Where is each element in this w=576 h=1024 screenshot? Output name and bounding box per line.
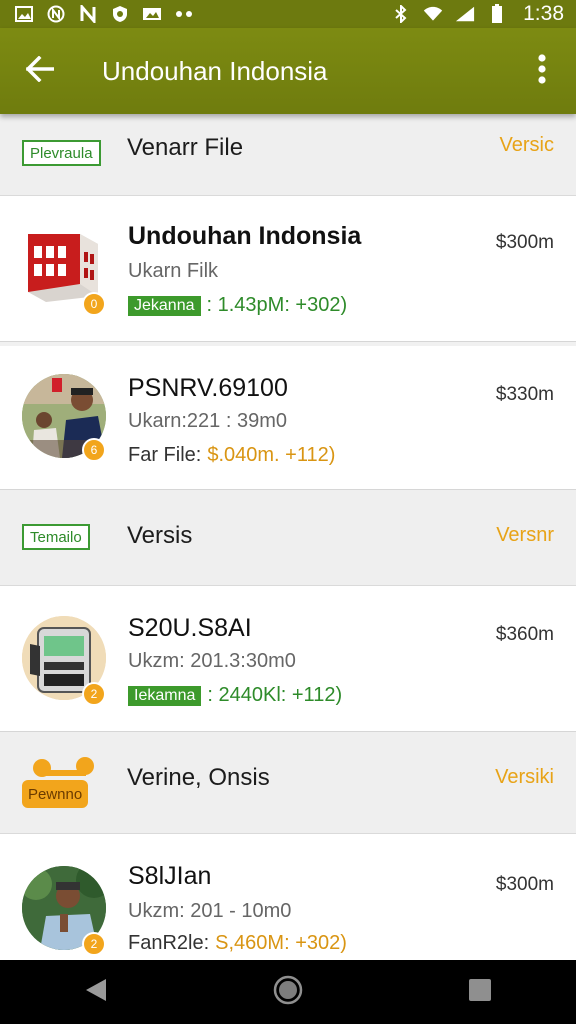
item-price: $330m — [495, 384, 554, 405]
item-meta-label: FanR2le: — [128, 932, 210, 954]
item-meta-value: : 1.43pM: +302) — [206, 294, 348, 316]
overflow-menu-button[interactable] — [508, 28, 576, 114]
section-action-link[interactable]: Versnr — [496, 524, 554, 547]
section-title: Verine, Onsis — [127, 764, 270, 791]
download-list: Plevraula Venarr File Versic 0 Undouhan … — [0, 114, 576, 960]
section-header[interactable]: Pewnno Verine, Onsis Versiki — [0, 732, 576, 834]
item-meta: Jekanna : 1.43pM: +302) — [128, 294, 347, 317]
item-meta: Iekamna : 2440Kl: +112) — [128, 684, 342, 707]
nav-back-button[interactable] — [66, 962, 126, 1022]
page-title: Undouhan Indonsia — [102, 55, 328, 86]
wifi-icon — [423, 5, 443, 23]
item-count-badge: 0 — [82, 292, 106, 316]
item-subtitle: Ukarn Filk — [128, 260, 219, 282]
bluetooth-icon — [391, 5, 411, 23]
item-price: $360m — [495, 624, 554, 645]
nav-recents-button[interactable] — [450, 962, 510, 1022]
n-icon — [78, 5, 98, 23]
nav-home-button[interactable] — [258, 962, 318, 1022]
item-subtitle: Ukarn:221 : 39m0 — [128, 410, 287, 432]
list-item[interactable]: 0 Undouhan Indonsia Ukarn Filk Jekanna :… — [0, 196, 576, 342]
item-title: S8lJIan — [128, 862, 212, 890]
item-title: Undouhan Indonsia — [128, 222, 362, 250]
section-badge: Plevraula — [22, 140, 101, 166]
dots-icon — [174, 5, 194, 23]
list-item[interactable]: 2 S8lJIan Ukzm: 201 - 10m0 FanR2le: S,46… — [0, 834, 576, 960]
image-icon — [14, 5, 34, 23]
item-status-tag: Iekamna — [128, 685, 202, 706]
item-title: S20U.S8AI — [128, 614, 252, 642]
item-title: PSNRV.69100 — [128, 374, 288, 402]
shield-icon — [110, 5, 130, 23]
back-button[interactable] — [0, 28, 80, 114]
item-count-badge: 6 — [82, 438, 106, 462]
more-vert-icon — [537, 53, 547, 89]
item-status-tag: Jekanna — [128, 295, 201, 316]
signal-icon — [455, 5, 475, 23]
list-item[interactable]: 2 S20U.S8AI Ukzm: 201.3:30m0 Iekamna : 2… — [0, 586, 576, 732]
list-item[interactable]: 6 PSNRV.69100 Ukarn:221 : 39m0 Far File:… — [0, 346, 576, 490]
item-price: $300m — [495, 232, 554, 253]
section-action-link[interactable]: Versiki — [495, 766, 554, 789]
back-triangle-icon — [84, 977, 108, 1008]
section-title: Versis — [127, 522, 193, 549]
item-meta: FanR2le: S,460M: +302) — [128, 932, 347, 955]
recents-square-icon — [468, 978, 492, 1007]
section-title: Venarr File — [127, 134, 244, 161]
circle-n-icon — [46, 5, 66, 23]
item-subtitle: Ukzm: 201.3:30m0 — [128, 650, 296, 672]
item-meta-value: S,460M: +302) — [215, 932, 347, 954]
item-subtitle: Ukzm: 201 - 10m0 — [128, 900, 292, 922]
item-count-badge: 2 — [82, 932, 106, 956]
item-count-badge: 2 — [82, 682, 106, 706]
item-meta-value: : 2440Kl: +112) — [207, 684, 343, 706]
section-decoration — [30, 756, 100, 783]
battery-icon — [487, 4, 507, 23]
item-meta-label: Far File: — [128, 444, 202, 466]
item-meta: Far File: $.040m. +112) — [128, 444, 335, 467]
section-header[interactable]: Plevraula Venarr File Versic — [0, 114, 576, 196]
section-header[interactable]: Temailo Versis Versnr — [0, 490, 576, 586]
item-meta-value: $.040m. +112) — [207, 444, 336, 466]
home-circle-icon — [273, 975, 303, 1010]
section-badge: Temailo — [22, 524, 90, 550]
status-bar: 1:38 — [0, 0, 576, 28]
screen: 1:38 Undouhan Indonsia Plevraula Venarr … — [0, 0, 576, 1024]
item-price: $300m — [495, 874, 554, 895]
section-badge: Pewnno — [22, 780, 89, 808]
section-action-link[interactable]: Versic — [500, 134, 554, 157]
status-bar-right: 1:38 — [391, 2, 564, 26]
status-bar-left — [14, 5, 194, 23]
arrow-left-icon — [25, 55, 55, 87]
app-bar: Undouhan Indonsia — [0, 28, 576, 114]
system-nav-bar — [0, 960, 576, 1024]
status-time: 1:38 — [523, 2, 564, 25]
photo-icon — [142, 5, 162, 23]
